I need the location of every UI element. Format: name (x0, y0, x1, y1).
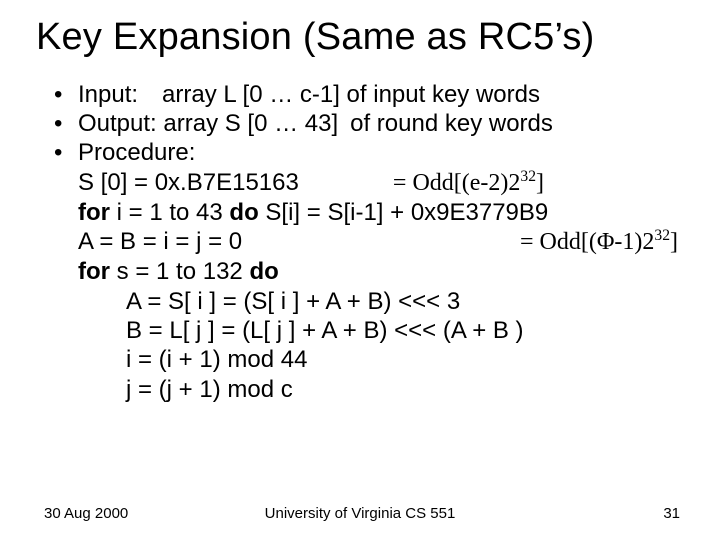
line-i: i = (i + 1) mod 44 (36, 345, 684, 374)
line-s0: S [0] = 0x.B7E15163 = Odd[(e-2)232] (36, 168, 684, 198)
for2-range: s = 1 to 132 (110, 258, 249, 285)
do2-kw: do (249, 258, 278, 285)
line-b: B = L[ j ] = (L[ j ] + A + B) <<< (A + B… (36, 316, 684, 345)
bullet-procedure: Procedure: (36, 138, 684, 167)
odd-phi-sup: 32 (654, 227, 670, 244)
slide-body: Input: array L [0 … c-1] of input key wo… (36, 80, 684, 404)
for1-body: S[i] = S[i-1] + 0x9E3779B9 (259, 199, 549, 226)
line-for1: for i = 1 to 43 do S[i] = S[i-1] + 0x9E3… (36, 198, 684, 227)
abij-text: A = B = i = j = 0 (78, 227, 242, 256)
odd-phi-prefix: = Odd[(Φ-1)2 (520, 229, 654, 255)
line-a: A = S[ i ] = (S[ i ] + A + B) <<< 3 (36, 287, 684, 316)
footer-affiliation: University of Virginia CS 551 (0, 505, 720, 522)
slide: Key Expansion (Same as RC5’s) Input: arr… (0, 0, 720, 540)
odd-e-close: ] (536, 170, 544, 196)
for2-kw: for (78, 258, 110, 285)
bullet-input: Input: array L [0 … c-1] of input key wo… (36, 80, 684, 109)
odd-e-sup: 32 (520, 168, 536, 185)
do1-kw: do (229, 199, 258, 226)
slide-title: Key Expansion (Same as RC5’s) (36, 18, 684, 58)
odd-phi-close: ] (670, 229, 678, 255)
odd-e-prefix: = Odd[(e-2)2 (393, 170, 521, 196)
s0-text: S [0] = 0x.B7E15163 (78, 168, 299, 197)
odd-phi-annotation: = Odd[(Φ-1)232] (520, 228, 684, 257)
bullet-output: Output: array S [0 … 43] of round key wo… (36, 109, 684, 138)
line-abij: A = B = i = j = 0 = Odd[(Φ-1)232] (36, 227, 684, 257)
odd-e-annotation: = Odd[(e-2)232] (393, 169, 684, 198)
for1-range: i = 1 to 43 (110, 199, 229, 226)
for1-kw: for (78, 199, 110, 226)
footer: 30 Aug 2000 University of Virginia CS 55… (0, 505, 720, 522)
line-j: j = (j + 1) mod c (36, 375, 684, 404)
line-for2: for s = 1 to 132 do (36, 257, 684, 286)
